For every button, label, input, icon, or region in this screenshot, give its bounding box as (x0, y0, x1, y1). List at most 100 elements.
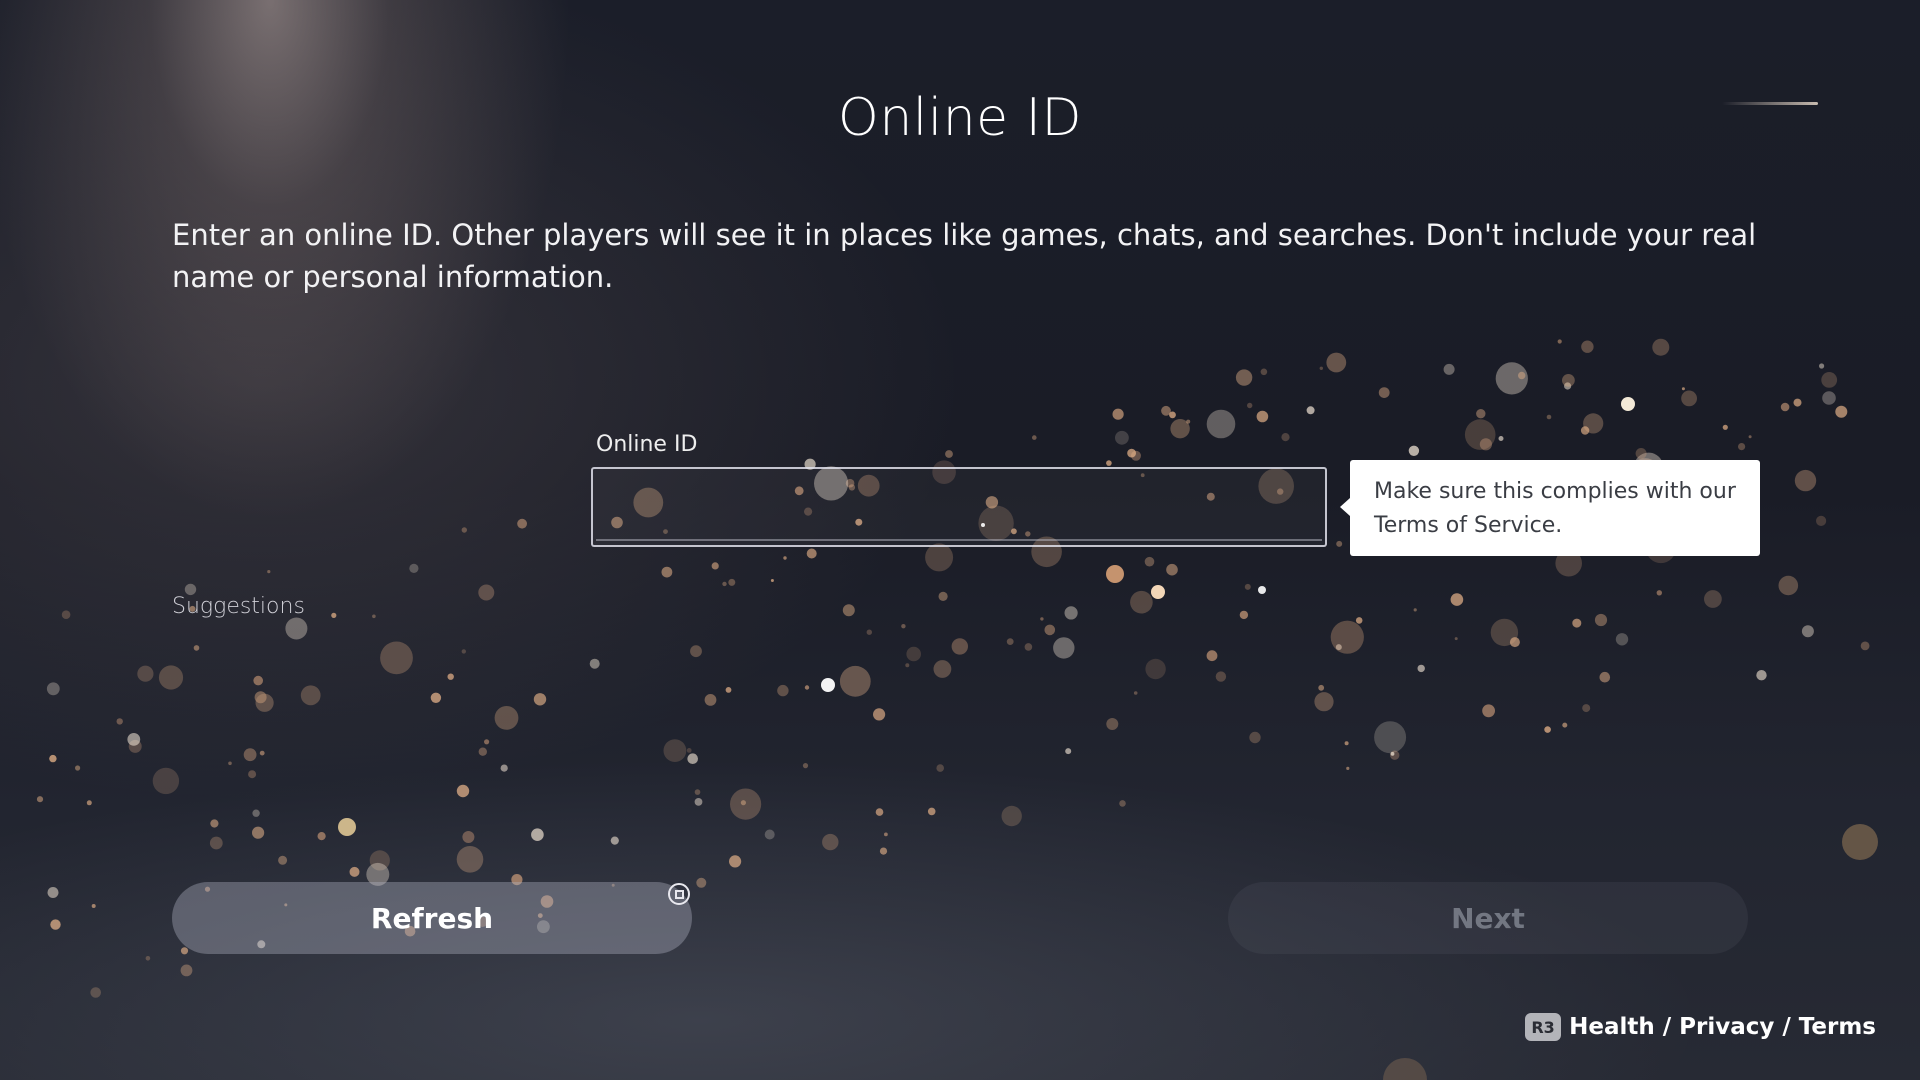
bokeh-particle (945, 450, 953, 458)
bokeh-particle (1408, 445, 1420, 456)
online-id-input[interactable] (591, 467, 1327, 547)
bokeh-particle (278, 855, 288, 865)
bokeh-particle (259, 750, 265, 756)
bokeh-particle (1748, 435, 1752, 439)
bokeh-particle (300, 685, 321, 706)
bokeh-particle (478, 747, 487, 756)
bokeh-particle (1594, 613, 1608, 627)
bokeh-particle (690, 645, 702, 658)
bokeh-particle (1258, 586, 1266, 594)
bokeh-particle (1704, 590, 1722, 608)
bokeh-particle (951, 638, 968, 655)
bokeh-particle (1314, 692, 1334, 712)
bokeh-particle (842, 604, 855, 617)
bokeh-particle (253, 675, 263, 686)
bokeh-particle (1564, 382, 1572, 390)
bokeh-particle (1794, 469, 1817, 492)
bokeh-particle (461, 527, 467, 533)
bokeh-particle (694, 789, 701, 795)
page-description: Enter an online ID. Other players will s… (172, 218, 1757, 294)
bokeh-particle (210, 819, 219, 828)
bokeh-particle (725, 687, 732, 693)
bokeh-particle (1186, 419, 1191, 424)
bokeh-particle (1335, 644, 1342, 651)
bokeh-particle (610, 836, 619, 845)
online-id-label: Online ID (596, 432, 698, 457)
bokeh-particle (75, 765, 81, 771)
bokeh-particle (128, 739, 142, 753)
bokeh-particle (806, 548, 817, 559)
bokeh-particle (255, 693, 274, 712)
bokeh-particle (1206, 409, 1236, 439)
bokeh-particle (254, 691, 267, 704)
bokeh-particle (430, 692, 442, 703)
bokeh-particle (533, 693, 547, 706)
tooltip-text: Make sure this complies with our Terms o… (1374, 479, 1736, 538)
bokeh-particle (1235, 369, 1253, 386)
bokeh-particle (1106, 718, 1119, 730)
bokeh-particle (1621, 397, 1635, 411)
bokeh-particle (1281, 433, 1290, 442)
bokeh-particle (704, 694, 717, 706)
bokeh-particle (1378, 387, 1390, 398)
bokeh-particle (180, 964, 193, 977)
bokeh-particle (228, 761, 232, 766)
bokeh-particle (1032, 435, 1037, 440)
bokeh-particle (158, 665, 184, 690)
bokeh-particle (456, 784, 470, 798)
bokeh-particle (879, 847, 888, 855)
bokeh-particle (1822, 391, 1836, 405)
bokeh-particle (531, 828, 544, 841)
bokeh-particle (1127, 448, 1136, 458)
bokeh-particle (728, 578, 736, 586)
online-id-screen: Online ID Enter an online ID. Other play… (0, 0, 1920, 1080)
bokeh-particle (1112, 408, 1124, 420)
bokeh-particle (1544, 726, 1551, 733)
bokeh-particle (1239, 610, 1249, 620)
bokeh-particle (1169, 411, 1176, 419)
bokeh-particle (494, 706, 519, 730)
bokeh-particle (696, 877, 707, 888)
bokeh-particle (1346, 766, 1350, 771)
bokeh-particle (1738, 443, 1746, 451)
square-button-icon (668, 883, 690, 905)
bokeh-particle (1476, 409, 1486, 419)
bokeh-particle (1151, 585, 1165, 599)
bokeh-particle (47, 887, 59, 898)
bokeh-particle (49, 754, 57, 763)
health-privacy-terms-link[interactable]: R3 Health / Privacy / Terms (1525, 1013, 1876, 1041)
bokeh-particle (484, 739, 490, 745)
next-button[interactable]: Next (1228, 882, 1748, 954)
bokeh-particle (1006, 638, 1014, 645)
bokeh-particle (209, 836, 223, 850)
bokeh-particle (1557, 339, 1562, 344)
refresh-button[interactable]: Refresh (172, 882, 692, 954)
bokeh-particle (1518, 371, 1526, 380)
bokeh-particle (1635, 448, 1647, 459)
bokeh-particle (821, 678, 835, 692)
bokeh-particle (1454, 637, 1458, 641)
bokeh-particle (116, 718, 123, 725)
input-underline (596, 539, 1322, 541)
bokeh-particle (285, 617, 308, 640)
bokeh-particle (409, 563, 419, 574)
bokeh-particle (1215, 671, 1227, 682)
bokeh-particle (1260, 368, 1268, 376)
bokeh-particle (1390, 752, 1395, 756)
bokeh-particle (1144, 556, 1155, 567)
bokeh-particle (1450, 593, 1464, 606)
bokeh-particle (1581, 340, 1594, 353)
bokeh-particle (1562, 722, 1568, 728)
bokeh-particle (61, 610, 71, 619)
bokeh-particle (331, 612, 337, 619)
bokeh-particle (372, 614, 376, 619)
bokeh-particle (338, 818, 356, 836)
bokeh-particle (804, 685, 810, 690)
bokeh-particle (500, 764, 508, 772)
bokeh-particle (1495, 362, 1528, 395)
bokeh-particle (243, 748, 257, 762)
bokeh-particle (873, 708, 886, 721)
bokeh-particle (1206, 650, 1218, 662)
bokeh-particle (1482, 704, 1495, 718)
bokeh-particle (1816, 515, 1827, 527)
